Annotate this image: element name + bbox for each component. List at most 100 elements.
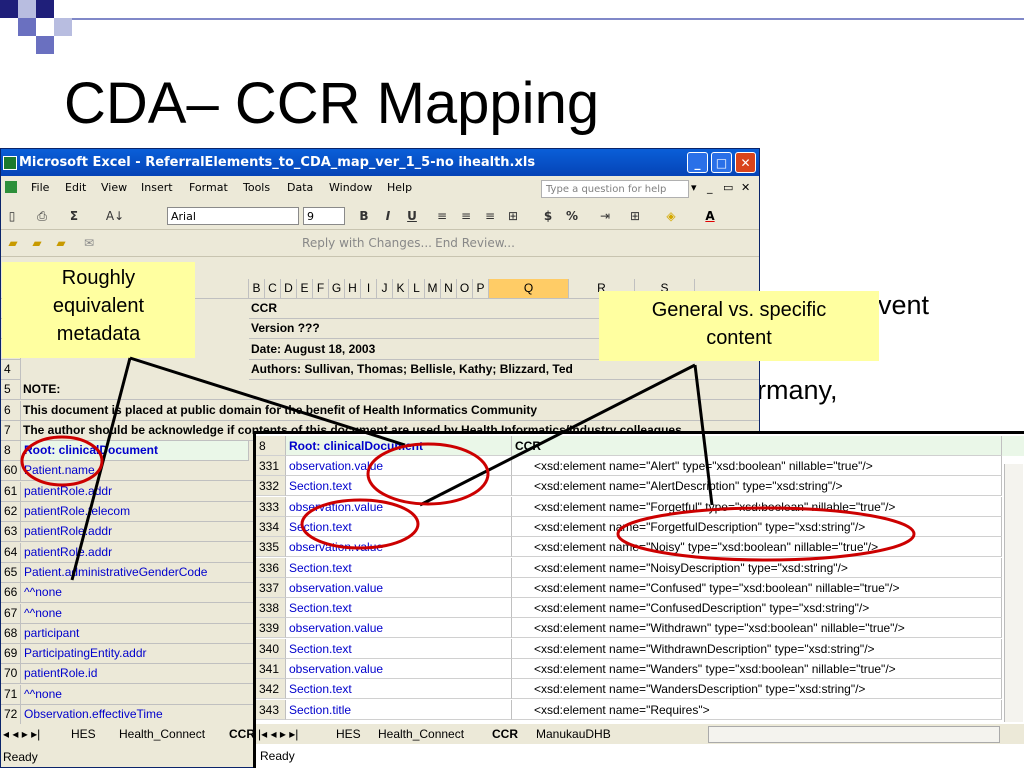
sheet-cell[interactable]: Section.text bbox=[286, 598, 512, 619]
sheet-cell[interactable]: patientRole.addr bbox=[21, 481, 254, 502]
sheet-cell[interactable]: <xsd:element name="Wanders" type="xsd:bo… bbox=[512, 659, 1002, 679]
align-left-icon[interactable]: ≡ bbox=[435, 207, 449, 225]
print-icon[interactable]: ⎙ bbox=[35, 207, 49, 225]
menu-tools[interactable]: Tools bbox=[243, 177, 270, 199]
sheet-cell[interactable]: ^^none bbox=[21, 583, 254, 604]
menu-edit[interactable]: Edit bbox=[65, 177, 86, 199]
borders-icon[interactable]: ⊞ bbox=[627, 207, 643, 225]
sheet-cell[interactable]: CCR bbox=[512, 436, 1002, 456]
indent-icon[interactable]: ⇥ bbox=[597, 207, 613, 225]
align-center-icon[interactable]: ≡ bbox=[459, 207, 473, 225]
minimize-button[interactable]: _ bbox=[687, 152, 708, 173]
underline-icon[interactable]: U bbox=[405, 207, 419, 225]
sheet-cell[interactable]: <xsd:element name="NoisyDescription" typ… bbox=[512, 557, 1002, 578]
sheet-cell[interactable]: Section.text bbox=[286, 476, 512, 497]
autosum-icon[interactable]: Σ bbox=[65, 207, 83, 225]
font-color-icon[interactable]: A bbox=[703, 207, 717, 225]
sheet-cell[interactable]: participant bbox=[21, 623, 254, 644]
column-header-f[interactable]: F bbox=[313, 279, 329, 299]
sheet-cell[interactable]: ^^none bbox=[21, 684, 254, 705]
menu-insert[interactable]: Insert bbox=[141, 177, 173, 199]
sheet-cell[interactable]: observation.value bbox=[286, 496, 512, 517]
sheet-cell[interactable]: <xsd:element name="Confused" type="xsd:b… bbox=[512, 577, 1002, 598]
doc-close-icon[interactable]: ✕ bbox=[741, 177, 750, 199]
sheet-tab[interactable]: HES bbox=[71, 724, 96, 744]
sheet-cell[interactable]: Section.title bbox=[286, 699, 512, 720]
column-header-p[interactable]: P bbox=[473, 279, 489, 299]
help-search-input[interactable]: Type a question for help bbox=[541, 180, 689, 198]
align-right-icon[interactable]: ≡ bbox=[483, 207, 497, 225]
review-icon[interactable]: ▰ bbox=[29, 234, 45, 252]
sheet-cell[interactable]: <xsd:element name="ConfusedDescription" … bbox=[512, 598, 1002, 619]
sort-icon[interactable]: A↓ bbox=[105, 207, 125, 225]
horizontal-scrollbar[interactable] bbox=[708, 726, 1000, 743]
help-dropdown-icon[interactable]: ▾ bbox=[691, 177, 697, 199]
sheet-cell[interactable]: observation.value bbox=[286, 577, 512, 598]
column-header-h[interactable]: H bbox=[345, 279, 361, 299]
sheet-cell[interactable]: patientRole.id bbox=[21, 664, 254, 685]
menu-format[interactable]: Format bbox=[189, 177, 228, 199]
sheet-cell[interactable]: Section.text bbox=[286, 557, 512, 578]
menu-window[interactable]: Window bbox=[329, 177, 372, 199]
currency-icon[interactable]: $ bbox=[541, 207, 555, 225]
sheet-cell[interactable]: <xsd:element name="AlertDescription" typ… bbox=[512, 476, 1002, 497]
bold-icon[interactable]: B bbox=[357, 207, 371, 225]
percent-icon[interactable]: % bbox=[565, 207, 579, 225]
sheet-cell[interactable]: patientRole.addr bbox=[21, 542, 254, 563]
window-title-bar[interactable]: Microsoft Excel - ReferralElements_to_CD… bbox=[1, 149, 759, 176]
doc-restore-icon[interactable]: ▭ bbox=[723, 177, 733, 199]
sheet-tab[interactable]: Health_Connect bbox=[378, 724, 464, 744]
sheet-cell[interactable]: Section.text bbox=[286, 638, 512, 659]
sheet-tab[interactable]: HES bbox=[336, 724, 361, 744]
sheet-cell[interactable]: ^^none bbox=[21, 603, 254, 624]
new-icon[interactable]: ▯ bbox=[5, 207, 19, 225]
column-header-o[interactable]: O bbox=[457, 279, 473, 299]
column-header-e[interactable]: E bbox=[297, 279, 313, 299]
doc-minimize-icon[interactable]: _ bbox=[707, 177, 713, 199]
sheet-cell[interactable]: <xsd:element name="Alert" type="xsd:bool… bbox=[512, 456, 1002, 476]
sheet-tab-active[interactable]: CCR bbox=[229, 724, 255, 744]
column-header-m[interactable]: M bbox=[425, 279, 441, 299]
sheet-cell[interactable]: Root: clinicalDocument bbox=[286, 436, 512, 456]
sheet-cell[interactable]: observation.value bbox=[286, 456, 512, 476]
sheet-cell[interactable]: <xsd:element name="Forgetful" type="xsd:… bbox=[512, 496, 1002, 517]
sheet-cell[interactable]: Authors: Sullivan, Thomas; Bellisle, Kat… bbox=[249, 360, 759, 380]
sheet-cell[interactable]: patientRole.addr bbox=[21, 522, 254, 543]
sheet-cell[interactable]: <xsd:element name="WandersDescription" t… bbox=[512, 679, 1002, 700]
sheet-tab[interactable]: ManukauDHB bbox=[536, 724, 611, 744]
column-header-l[interactable]: L bbox=[409, 279, 425, 299]
sheet-cell[interactable]: <xsd:element name="WithdrawnDescription"… bbox=[512, 638, 1002, 659]
menu-data[interactable]: Data bbox=[287, 177, 313, 199]
end-review-button[interactable]: End Review... bbox=[435, 234, 515, 252]
italic-icon[interactable]: I bbox=[381, 207, 395, 225]
close-button[interactable]: ✕ bbox=[735, 152, 756, 173]
column-header-d[interactable]: D bbox=[281, 279, 297, 299]
reply-changes-button[interactable]: Reply with Changes... bbox=[297, 234, 437, 252]
font-name-select[interactable]: Arial bbox=[167, 207, 299, 225]
vertical-scrollbar[interactable] bbox=[1004, 464, 1023, 722]
sheet-cell[interactable]: patientRole.telecom bbox=[21, 502, 254, 522]
column-header-n[interactable]: N bbox=[441, 279, 457, 299]
sheet-cell[interactable]: Section.text bbox=[286, 516, 512, 537]
maximize-button[interactable]: □ bbox=[711, 152, 732, 173]
column-header-i[interactable]: I bbox=[361, 279, 377, 299]
column-header-k[interactable]: K bbox=[393, 279, 409, 299]
sheet-cell[interactable]: <xsd:element name="Requires"> bbox=[512, 699, 1002, 720]
folder-icon[interactable]: ▰ bbox=[5, 234, 21, 252]
column-header-q[interactable]: Q bbox=[489, 279, 569, 299]
column-header-c[interactable]: C bbox=[265, 279, 281, 299]
menu-file[interactable]: File bbox=[31, 177, 49, 199]
column-header-b[interactable]: B bbox=[249, 279, 265, 299]
tab-nav-icon[interactable]: ◂ ◂ ▸ ▸| bbox=[3, 724, 40, 744]
sheet-cell[interactable]: Section.text bbox=[286, 679, 512, 700]
sheet-cell[interactable]: observation.value bbox=[286, 618, 512, 639]
tab-nav-icon[interactable]: |◂ ◂ ▸ ▸| bbox=[258, 724, 298, 744]
fill-color-icon[interactable]: ◈ bbox=[663, 207, 679, 225]
column-header-g[interactable]: G bbox=[329, 279, 345, 299]
sheet-cell[interactable]: observation.value bbox=[286, 537, 512, 558]
sheet-tab-active[interactable]: CCR bbox=[492, 724, 518, 744]
sheet-cell[interactable]: This document is placed at public domain… bbox=[21, 401, 759, 421]
menu-help[interactable]: Help bbox=[387, 177, 412, 199]
font-size-select[interactable]: 9 bbox=[303, 207, 345, 225]
email-icon[interactable]: ✉ bbox=[81, 234, 97, 252]
